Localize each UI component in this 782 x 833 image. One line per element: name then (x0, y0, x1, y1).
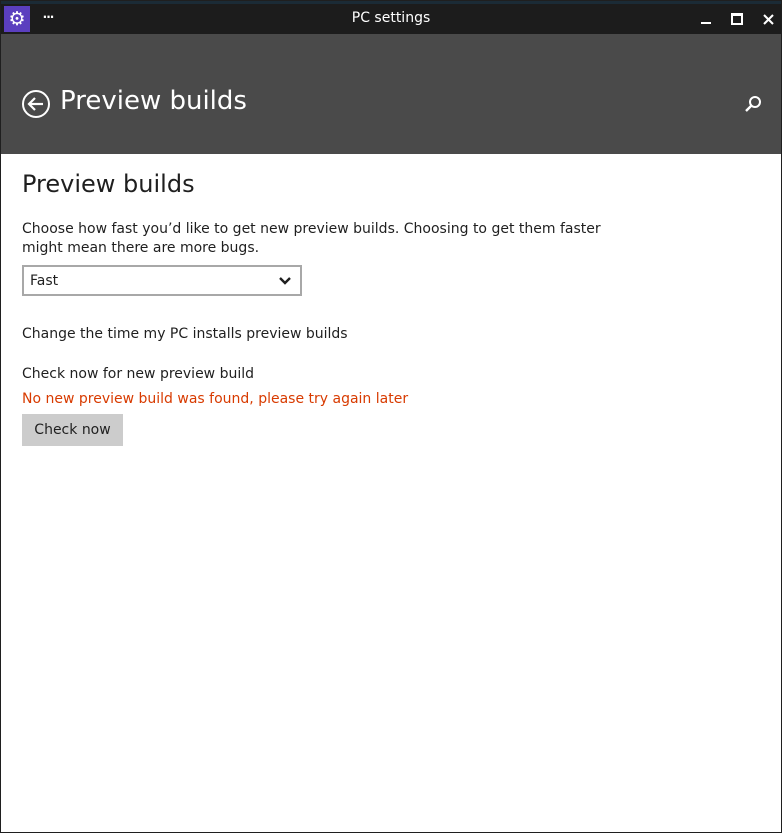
header-title: Preview builds (60, 86, 247, 116)
close-icon (762, 13, 774, 25)
maximize-icon (731, 13, 743, 25)
page-header: Preview builds (1, 34, 781, 154)
check-now-button[interactable]: Check now (22, 414, 123, 446)
maximize-button[interactable] (722, 4, 752, 34)
minimize-button[interactable] (691, 4, 721, 34)
window-title: PC settings (351, 10, 431, 26)
build-speed-dropdown[interactable]: Fast (22, 265, 302, 296)
check-now-label: Check now for new preview build (22, 366, 255, 382)
title-bar: ⚙ ··· PC settings (1, 1, 781, 34)
status-message: No new preview build was found, please t… (22, 391, 409, 407)
search-icon[interactable] (743, 94, 763, 114)
dropdown-selected-value: Fast (30, 273, 59, 289)
speed-description: Choose how fast you’d like to get new pr… (22, 221, 601, 256)
minimize-icon (701, 22, 711, 24)
pc-settings-window: ⚙ ··· PC settings Preview builds Preview… (0, 0, 782, 833)
chevron-down-icon (279, 277, 291, 285)
back-arrow-icon[interactable] (21, 89, 51, 119)
change-install-time-link[interactable]: Change the time my PC installs preview b… (22, 326, 348, 342)
page-title: Preview builds (22, 170, 195, 198)
close-button[interactable] (753, 4, 782, 34)
